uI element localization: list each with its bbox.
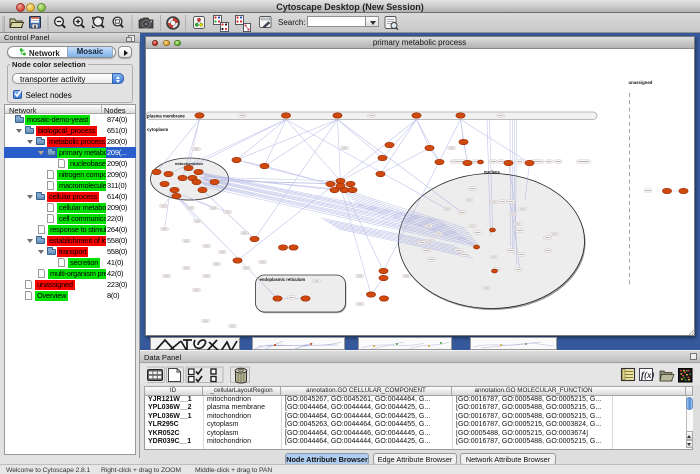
svg-text:nucleus: nucleus: [484, 170, 500, 175]
svg-text:endoplasmic reticulum: endoplasmic reticulum: [259, 277, 305, 282]
svg-text:cytoplasm: cytoplasm: [147, 127, 168, 132]
svg-text:plasma membrane: plasma membrane: [147, 113, 185, 118]
svg-text:f(x): f(x): [641, 370, 655, 380]
svg-text:unassigned: unassigned: [628, 80, 652, 85]
